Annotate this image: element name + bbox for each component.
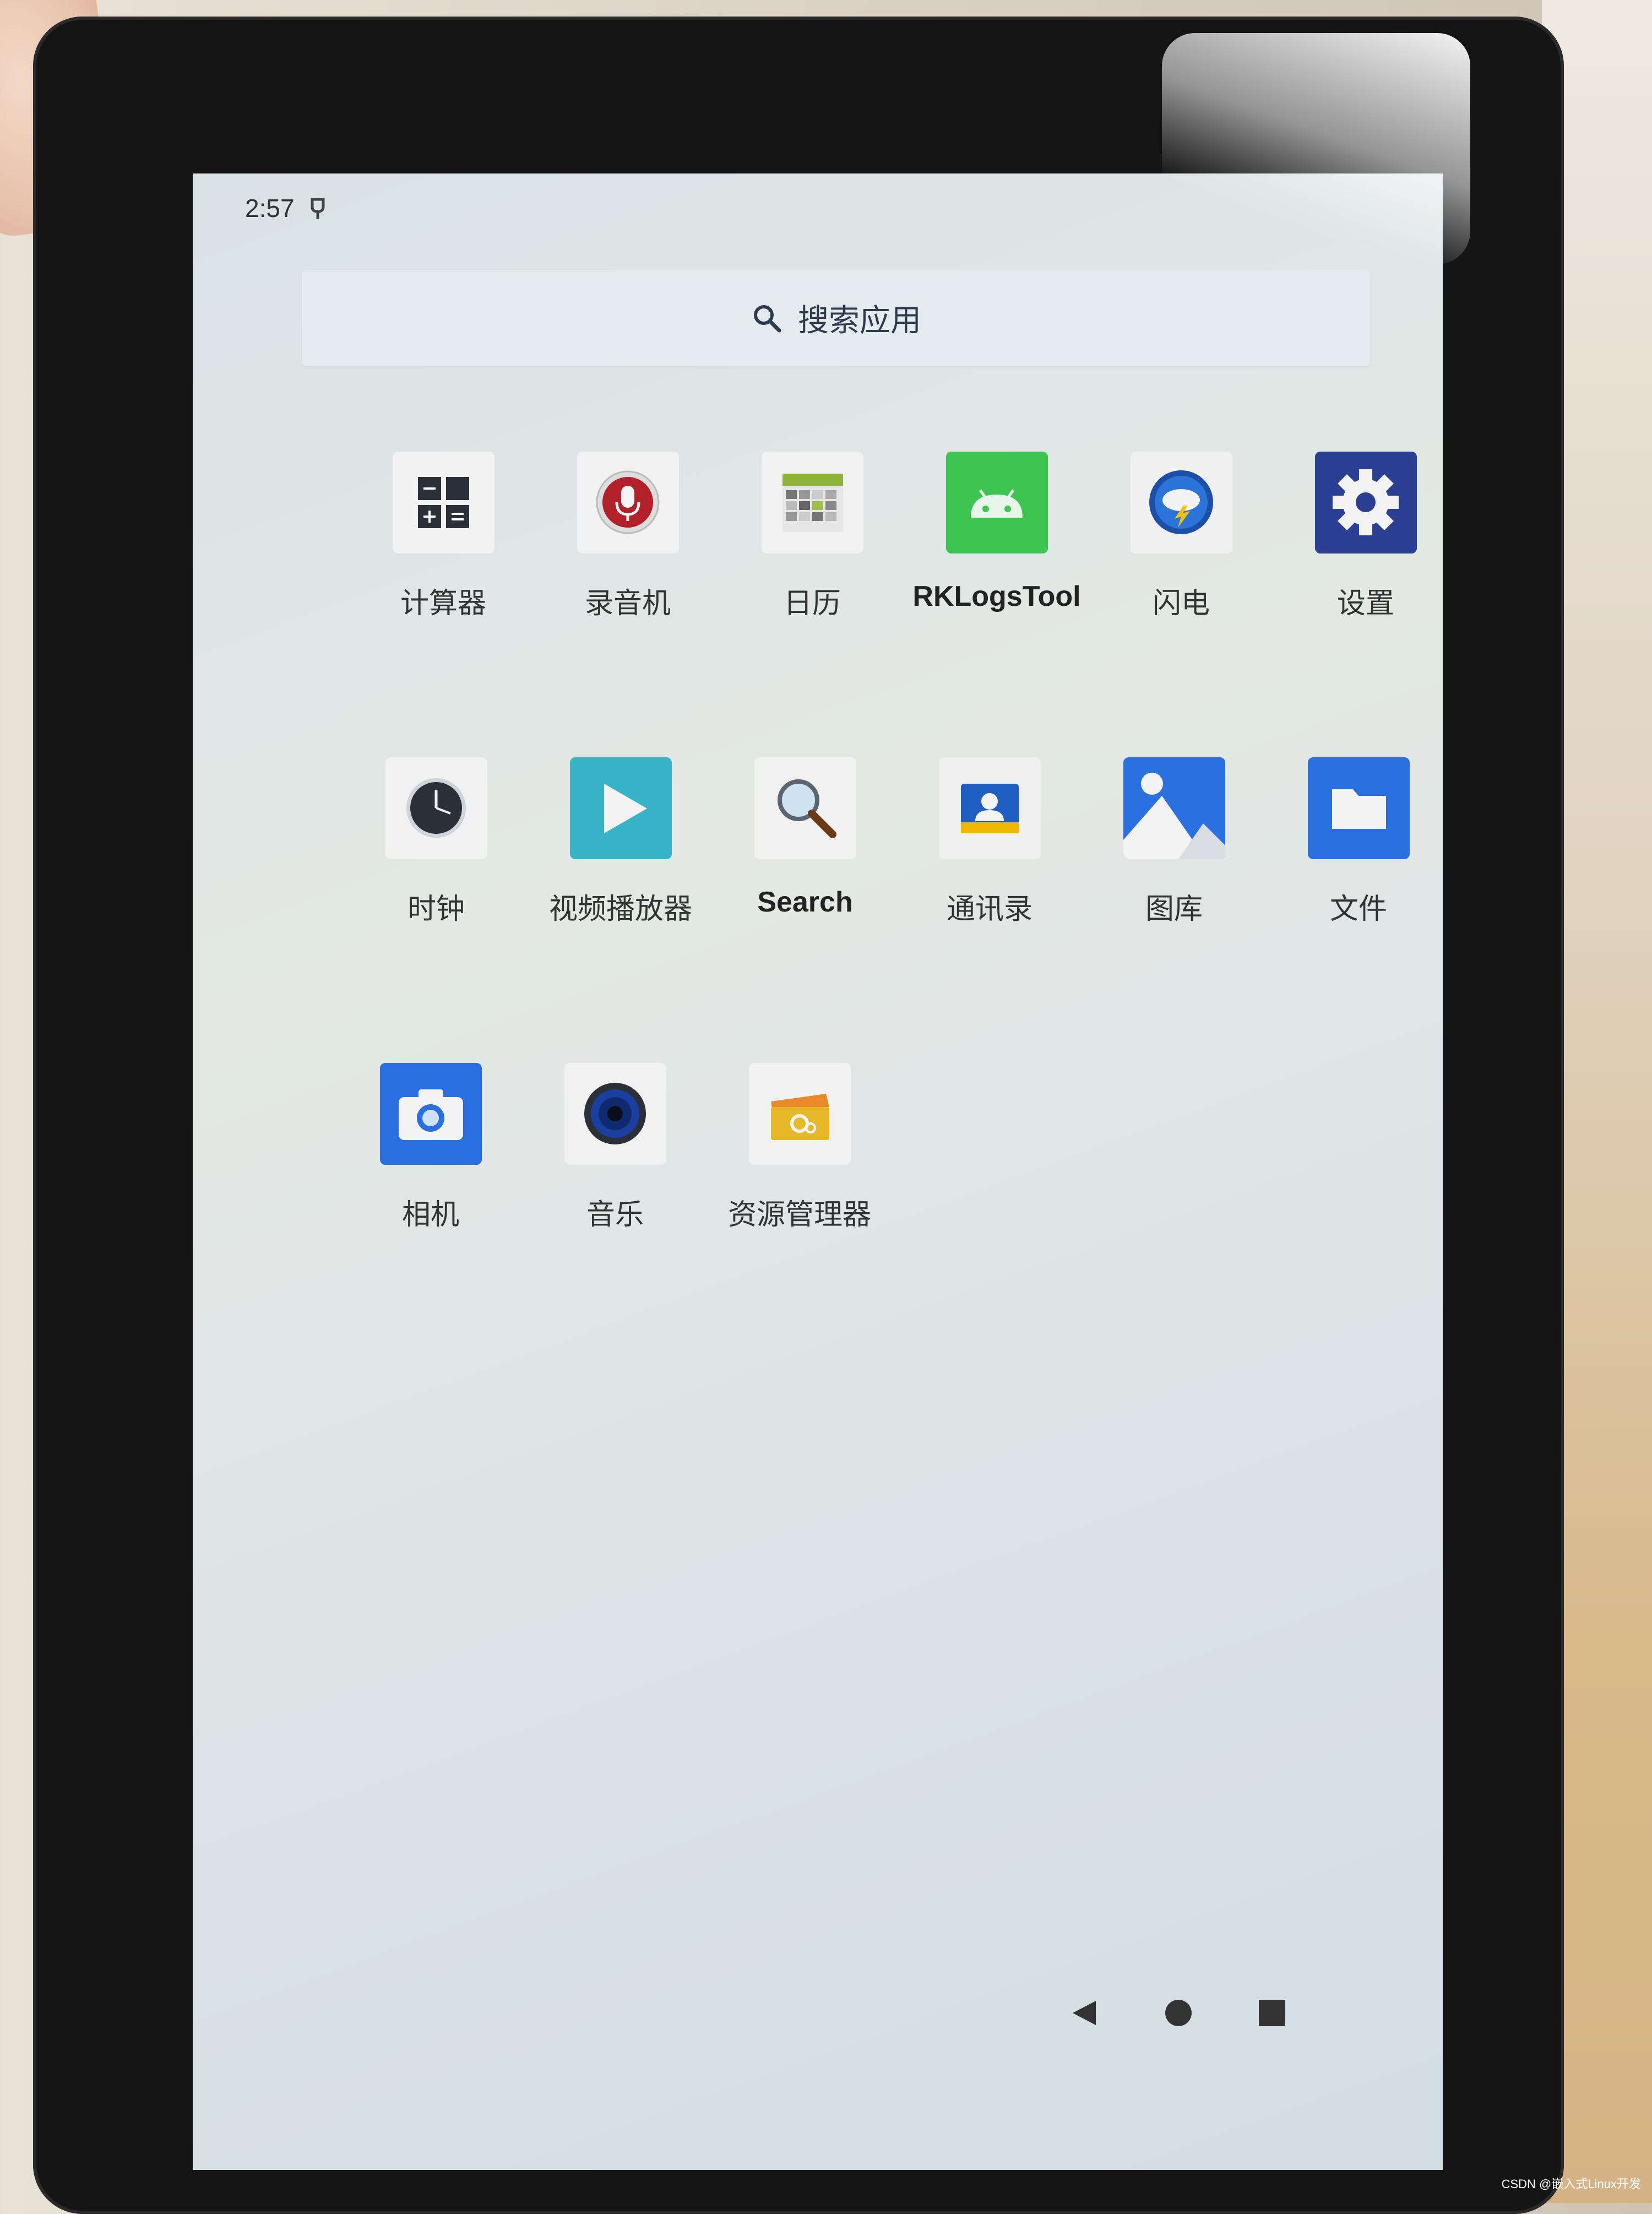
app-label: 图库: [1145, 893, 1203, 925]
app-clock[interactable]: 时钟: [351, 757, 521, 927]
app-label: 设置: [1336, 588, 1394, 620]
app-label: Search: [757, 886, 853, 918]
app-flash[interactable]: 闪电: [1096, 452, 1267, 621]
app-contacts[interactable]: 通讯录: [904, 757, 1075, 927]
app-grid: 计算器 录音机 日历 RKLogsTool 闪电 设置 时钟 视频播放器 Sea…: [193, 173, 1443, 2170]
navigation-bar: [1068, 1996, 1289, 2029]
android-icon: [945, 452, 1048, 554]
gear-icon: [1314, 452, 1417, 554]
file-manager-icon: [748, 1063, 851, 1165]
app-label: 相机: [401, 1199, 459, 1231]
back-button[interactable]: [1068, 1996, 1101, 2029]
app-camera[interactable]: 相机: [345, 1063, 516, 1233]
app-label: 日历: [783, 588, 841, 620]
clock-icon: [385, 757, 487, 859]
app-files[interactable]: 文件: [1273, 757, 1443, 927]
app-label: RKLogsTool: [912, 580, 1081, 612]
app-label: 时钟: [407, 893, 465, 925]
app-calculator[interactable]: 计算器: [358, 452, 529, 621]
app-label: 闪电: [1152, 588, 1210, 620]
play-icon: [569, 757, 672, 859]
music-icon: [564, 1063, 666, 1165]
contacts-icon: [938, 757, 1041, 859]
calculator-icon: [392, 452, 494, 554]
folder-icon: [1307, 757, 1410, 859]
app-video-player[interactable]: 视频播放器: [535, 757, 706, 927]
app-label: 资源管理器: [727, 1199, 871, 1231]
app-label: 文件: [1329, 893, 1387, 925]
app-label: 录音机: [584, 588, 671, 620]
app-gallery[interactable]: 图库: [1089, 757, 1259, 927]
app-recorder[interactable]: 录音机: [542, 452, 713, 621]
magnifier-icon: [754, 757, 856, 859]
recents-icon: [1259, 2000, 1285, 2026]
app-label: 通讯录: [946, 893, 1032, 925]
app-rklogstool[interactable]: RKLogsTool: [911, 452, 1082, 613]
app-music[interactable]: 音乐: [530, 1063, 700, 1233]
app-calendar[interactable]: 日历: [727, 452, 898, 621]
app-label: 音乐: [586, 1199, 644, 1231]
tablet-device: 2:57 搜索应用 计算器 录音机 日历 RKLogsTool 闪电 设置 时钟…: [33, 17, 1564, 2214]
app-label: 视频播放器: [548, 893, 692, 925]
home-button[interactable]: [1162, 1996, 1195, 2029]
calendar-icon: [761, 452, 863, 554]
back-icon: [1073, 2001, 1096, 2025]
app-search[interactable]: Search: [720, 757, 890, 919]
microphone-icon: [577, 452, 679, 554]
app-file-manager[interactable]: 资源管理器: [714, 1063, 885, 1233]
app-settings[interactable]: 设置: [1280, 452, 1443, 621]
recents-button[interactable]: [1256, 1996, 1289, 2029]
lightning-icon: [1130, 452, 1232, 554]
gallery-icon: [1123, 757, 1225, 859]
launcher-screen: 2:57 搜索应用 计算器 录音机 日历 RKLogsTool 闪电 设置 时钟…: [193, 173, 1443, 2170]
home-icon: [1165, 2000, 1192, 2026]
watermark-text: CSDN @嵌入式Linux开发: [1501, 2177, 1641, 2191]
camera-icon: [379, 1063, 482, 1165]
app-label: 计算器: [400, 588, 486, 620]
